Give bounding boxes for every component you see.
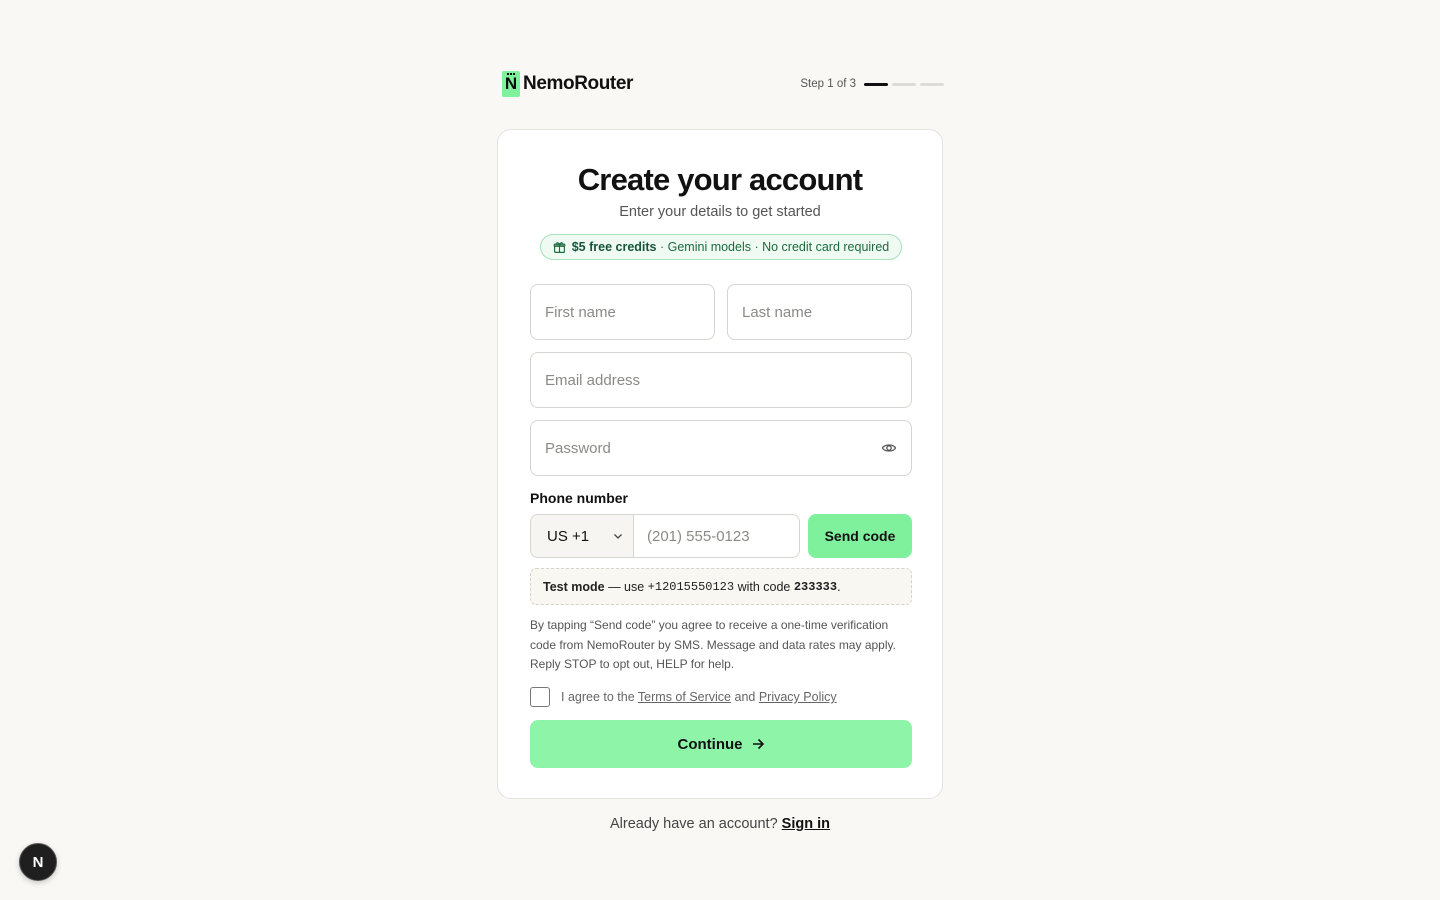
password-input[interactable] — [545, 439, 881, 457]
first-name-input[interactable] — [545, 303, 700, 321]
sign-in-link[interactable]: Sign in — [782, 816, 830, 832]
test-mode-number: +12015550123 — [647, 579, 735, 594]
continue-button[interactable]: Continue — [530, 720, 912, 768]
step-bar-2 — [892, 82, 916, 86]
gift-icon — [553, 241, 566, 253]
email-field — [530, 352, 912, 408]
chevron-down-icon — [614, 534, 622, 539]
phone-field — [633, 514, 800, 558]
continue-label: Continue — [677, 735, 743, 753]
promo-rest: · Gemini models · No credit card require… — [656, 240, 890, 254]
signin-prompt: Already have an account? Sign in — [0, 816, 1440, 832]
first-name-field — [530, 284, 715, 340]
promo-highlight: $5 free credits — [571, 240, 657, 254]
terms-prefix: I agree to the — [561, 690, 638, 704]
terms-agreement: I agree to the Terms of Service and Priv… — [530, 687, 837, 707]
terms-checkbox[interactable] — [530, 687, 550, 707]
country-code-select[interactable]: US +1 — [530, 514, 634, 558]
page-subtitle: Enter your details to get started — [619, 204, 821, 220]
arrow-right-icon — [752, 738, 764, 750]
phone-row: US +1 Send code — [530, 514, 912, 558]
top-bar: N NemoRouter Step 1 of 3 — [502, 68, 944, 100]
test-mode-mid: with code — [734, 579, 794, 594]
step-bars — [864, 82, 944, 86]
password-field — [530, 420, 912, 476]
signin-question: Already have an account? — [609, 816, 782, 832]
brand[interactable]: N NemoRouter — [502, 71, 633, 97]
test-mode-pre: — use — [604, 579, 648, 594]
signup-page: N NemoRouter Step 1 of 3 Create your acc… — [0, 0, 1440, 900]
phone-label: Phone number — [530, 490, 629, 506]
terms-text: I agree to the Terms of Service and Priv… — [561, 690, 837, 704]
step-indicator: Step 1 of 3 — [800, 78, 944, 90]
sms-consent-text: By tapping “Send code” you agree to rece… — [530, 618, 896, 671]
page-title: Create your account — [577, 162, 863, 197]
promo-text: $5 free credits · Gemini models · No cre… — [572, 240, 890, 254]
email-input[interactable] — [545, 371, 897, 389]
privacy-policy-link[interactable]: Privacy Policy — [759, 690, 837, 704]
eye-icon[interactable] — [881, 440, 897, 456]
last-name-input[interactable] — [742, 303, 897, 321]
signup-card: Create your account Enter your details t… — [497, 129, 943, 799]
dev-badge-letter: N — [32, 853, 44, 871]
logo-icon: N — [502, 71, 520, 97]
test-mode-code: 233333 — [793, 579, 838, 594]
promo-badge: $5 free credits · Gemini models · No cre… — [540, 234, 902, 260]
terms-and: and — [731, 690, 759, 704]
logo-letter: N — [504, 74, 518, 93]
step-bar-3 — [920, 82, 944, 86]
step-bar-1 — [864, 82, 888, 86]
test-mode-notice: Test mode — use +12015550123 with code 2… — [530, 568, 912, 605]
send-code-button[interactable]: Send code — [808, 514, 912, 558]
dev-tools-badge[interactable]: N — [19, 843, 57, 881]
country-code-value: US +1 — [547, 527, 590, 545]
phone-input[interactable] — [647, 527, 786, 545]
last-name-field — [727, 284, 912, 340]
step-text: Step 1 of 3 — [800, 78, 856, 90]
test-mode-post: . — [837, 579, 841, 594]
test-mode-label: Test mode — [543, 579, 605, 594]
terms-of-service-link[interactable]: Terms of Service — [638, 690, 731, 704]
brand-name: NemoRouter — [523, 73, 634, 94]
